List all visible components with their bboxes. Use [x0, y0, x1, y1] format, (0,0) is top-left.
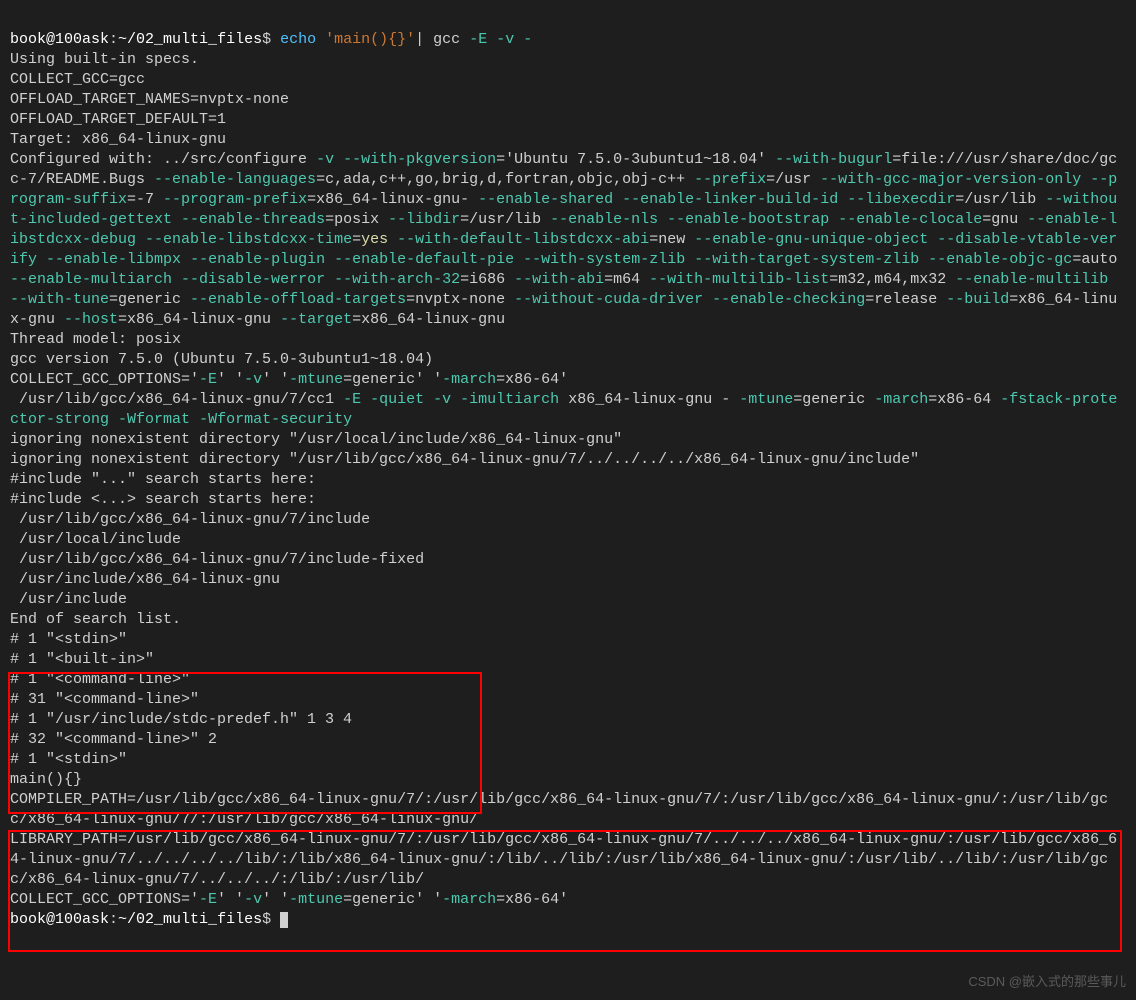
output-line: # 1 "/usr/include/stdc-predef.h" 1 3 4	[10, 711, 352, 728]
output-line: # 1 "<built-in>"	[10, 651, 154, 668]
output-line: # 1 "<command-line>"	[10, 671, 190, 688]
output-line: COLLECT_GCC_OPTIONS='	[10, 891, 199, 908]
output-line: Target: x86_64-linux-gnu	[10, 131, 226, 148]
prompt-path: ~/02_multi_files	[118, 31, 262, 48]
output-line: /usr/lib/gcc/x86_64-linux-gnu/7/include	[10, 511, 370, 528]
output-line: /usr/lib/gcc/x86_64-linux-gnu/7/cc1	[10, 391, 343, 408]
watermark-text: CSDN @嵌入式的那些事儿	[968, 972, 1126, 992]
prompt-user: book@100ask	[10, 911, 109, 928]
output-line: Thread model: posix	[10, 331, 181, 348]
cmd-string: 'main(){}'	[325, 31, 415, 48]
output-line: /usr/include	[10, 591, 127, 608]
output-line: Configured with: ../src/configure	[10, 151, 316, 168]
cursor[interactable]	[280, 912, 288, 928]
output-line: /usr/include/x86_64-linux-gnu	[10, 571, 280, 588]
prompt-user: book@100ask	[10, 31, 109, 48]
cmd-echo: echo	[280, 31, 316, 48]
output-line: #include "..." search starts here:	[10, 471, 316, 488]
output-line: main(){}	[10, 771, 82, 788]
prompt-path: ~/02_multi_files	[118, 911, 262, 928]
output-line: gcc version 7.5.0 (Ubuntu 7.5.0-3ubuntu1…	[10, 351, 433, 368]
output-line: # 32 "<command-line>" 2	[10, 731, 217, 748]
output-line: ignoring nonexistent directory "/usr/loc…	[10, 431, 622, 448]
output-line: OFFLOAD_TARGET_NAMES=nvptx-none	[10, 91, 289, 108]
output-line: End of search list.	[10, 611, 181, 628]
output-line: Using built-in specs.	[10, 51, 199, 68]
output-line: OFFLOAD_TARGET_DEFAULT=1	[10, 111, 226, 128]
output-line: # 1 "<stdin>"	[10, 751, 127, 768]
terminal-output[interactable]: book@100ask:~/02_multi_files$ echo 'main…	[0, 0, 1136, 1000]
output-line: ignoring nonexistent directory "/usr/lib…	[10, 451, 919, 468]
cmd-flags: -E -v -	[469, 31, 532, 48]
output-line: COLLECT_GCC_OPTIONS='	[10, 371, 199, 388]
output-line: # 1 "<stdin>"	[10, 631, 127, 648]
output-line: LIBRARY_PATH=/usr/lib/gcc/x86_64-linux-g…	[10, 831, 1117, 888]
output-line: COLLECT_GCC=gcc	[10, 71, 145, 88]
output-line: /usr/lib/gcc/x86_64-linux-gnu/7/include-…	[10, 551, 424, 568]
output-line: COMPILER_PATH=/usr/lib/gcc/x86_64-linux-…	[10, 791, 1108, 828]
output-line: /usr/local/include	[10, 531, 181, 548]
output-line: # 31 "<command-line>"	[10, 691, 199, 708]
output-line: #include <...> search starts here:	[10, 491, 316, 508]
